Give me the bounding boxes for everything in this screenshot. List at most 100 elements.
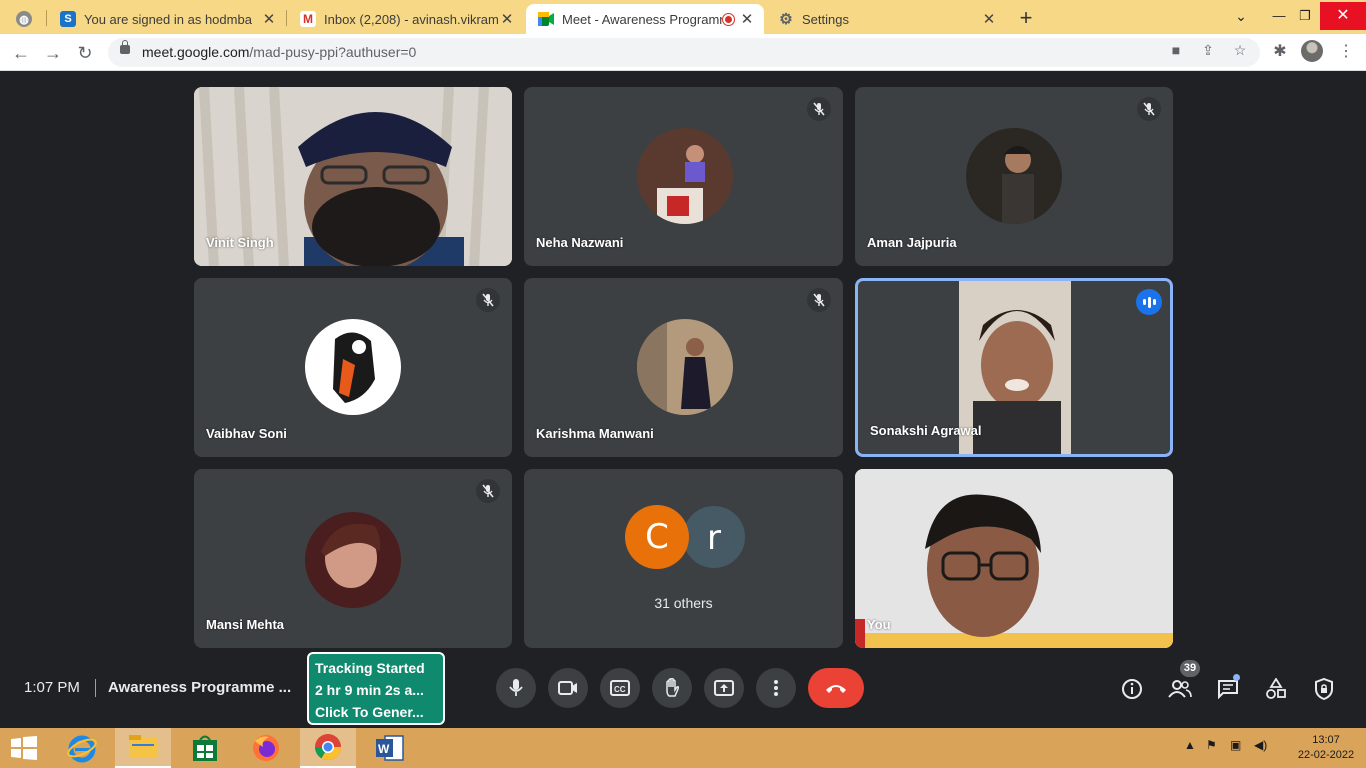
participant-avatar — [966, 128, 1062, 224]
others-tile[interactable]: C r 31 others — [524, 469, 843, 648]
more-options-button[interactable] — [756, 668, 796, 708]
mic-off-icon — [476, 479, 500, 503]
internet-explorer-icon[interactable] — [54, 728, 110, 768]
shield-lock-icon — [1315, 678, 1333, 700]
s-icon: S — [60, 11, 76, 27]
closed-captions-icon: CC — [610, 680, 630, 696]
tab-globe[interactable]: ◍ — [4, 4, 46, 34]
video-camera-icon — [558, 681, 577, 695]
browser-tab-strip: ◍ S You are signed in as hodmba ✕ M Inbo… — [0, 0, 1366, 34]
menu-dots-icon[interactable]: ⋮ — [1334, 41, 1358, 61]
system-clock[interactable]: 13:07 22-02-2022 — [1296, 733, 1356, 763]
participant-avatar — [637, 128, 733, 224]
mic-off-icon — [476, 288, 500, 312]
tab-signed-in[interactable]: S You are signed in as hodmba ✕ — [48, 4, 286, 34]
svg-text:CC: CC — [614, 685, 626, 694]
activities-button[interactable] — [1263, 676, 1289, 702]
mic-off-icon — [807, 288, 831, 312]
meet-icon — [538, 11, 554, 27]
close-icon[interactable]: ✕ — [260, 10, 278, 28]
close-icon[interactable]: ✕ — [738, 10, 756, 28]
participant-count-badge: 39 — [1180, 660, 1200, 677]
meeting-title: Awareness Programme ... — [108, 679, 292, 696]
gear-icon: ⚙ — [779, 11, 793, 28]
tracking-extension-popup[interactable]: Tracking Started 2 hr 9 min 2s a... Clic… — [307, 652, 445, 725]
participants-button[interactable] — [1167, 676, 1193, 702]
share-icon[interactable]: ⇪ — [1198, 42, 1218, 59]
captions-button[interactable]: CC — [600, 668, 640, 708]
participant-avatar — [305, 319, 401, 415]
bookmark-star-icon[interactable]: ☆ — [1230, 42, 1250, 59]
extensions-icon[interactable]: ✱ — [1268, 41, 1292, 61]
url-text: meet.google.com/mad-pusy-ppi?authuser=0 — [142, 44, 417, 60]
tab-meet[interactable]: Meet - Awareness Programm ✕ — [526, 4, 764, 34]
forward-button[interactable]: → — [40, 40, 66, 66]
svg-text:W: W — [378, 742, 390, 756]
participant-tile[interactable]: Mansi Mehta — [194, 469, 512, 648]
address-bar[interactable]: meet.google.com/mad-pusy-ppi?authuser=0 … — [108, 38, 1260, 67]
start-button[interactable] — [0, 728, 48, 768]
lock-icon — [120, 40, 130, 54]
participant-name: You — [867, 617, 891, 632]
participant-name: Mansi Mehta — [206, 617, 285, 632]
others-count: 31 others — [654, 595, 713, 611]
new-tab-button[interactable]: + — [1014, 5, 1038, 31]
profile-avatar[interactable] — [1301, 40, 1323, 62]
raise-hand-button[interactable] — [652, 668, 692, 708]
show-hidden-icons[interactable]: ▲ — [1184, 738, 1196, 752]
recording-icon — [723, 14, 734, 25]
close-window-button[interactable]: ✕ — [1320, 2, 1366, 30]
flag-icon[interactable]: ⚑ — [1206, 738, 1217, 752]
participant-avatar — [637, 319, 733, 415]
store-icon[interactable] — [177, 728, 233, 768]
participant-name: Sonakshi Agrawal — [870, 423, 982, 438]
globe-icon: ◍ — [16, 11, 32, 27]
host-controls-button[interactable] — [1311, 676, 1337, 702]
present-screen-button[interactable] — [704, 668, 744, 708]
tracking-line: Tracking Started — [315, 660, 425, 676]
tab-inbox[interactable]: M Inbox (2,208) - avinash.vikram@n ✕ — [288, 4, 524, 34]
volume-icon[interactable]: ◀) — [1254, 738, 1267, 752]
network-icon[interactable]: ▣ — [1230, 738, 1241, 752]
self-view-tile[interactable]: You — [855, 469, 1173, 648]
participant-tile[interactable]: Vaibhav Soni — [194, 278, 512, 457]
tab-title: Settings — [802, 11, 849, 27]
participant-tile-active-speaker[interactable]: Sonakshi Agrawal — [855, 278, 1173, 457]
back-button[interactable]: ← — [8, 40, 34, 66]
tracking-line: Click To Gener... — [315, 704, 424, 720]
chrome-icon[interactable] — [300, 728, 356, 768]
tracking-line: 2 hr 9 min 2s a... — [315, 682, 424, 698]
unread-dot — [1233, 674, 1240, 681]
leave-call-button[interactable] — [808, 668, 864, 708]
info-icon — [1122, 679, 1142, 699]
file-explorer-icon[interactable] — [115, 728, 171, 768]
participant-name: Aman Jajpuria — [867, 235, 957, 250]
camera-button[interactable] — [548, 668, 588, 708]
clock-time: 13:07 — [1312, 734, 1340, 746]
close-icon[interactable]: ✕ — [498, 10, 516, 28]
participant-tile[interactable]: Karishma Manwani — [524, 278, 843, 457]
participant-tile[interactable]: Vinit Singh — [194, 87, 512, 266]
present-icon — [714, 680, 734, 696]
participant-name: Karishma Manwani — [536, 426, 654, 441]
close-icon[interactable]: ✕ — [980, 10, 998, 28]
microphone-button[interactable] — [496, 668, 536, 708]
mic-off-icon — [1137, 97, 1161, 121]
firefox-icon[interactable] — [238, 728, 294, 768]
reload-button[interactable]: ↻ — [72, 40, 98, 66]
participant-tile[interactable]: Aman Jajpuria — [855, 87, 1173, 266]
windows-logo-icon — [11, 736, 37, 760]
chat-icon — [1218, 680, 1238, 699]
others-avatar: C — [625, 505, 689, 569]
gmail-icon: M — [300, 11, 316, 27]
camera-icon[interactable]: ■ — [1166, 42, 1186, 58]
tab-title: Meet - Awareness Programm — [562, 11, 722, 27]
tab-settings[interactable]: ⚙ Settings ✕ — [766, 4, 1006, 34]
tab-title: Inbox (2,208) - avinash.vikram@n — [324, 11, 500, 27]
participant-name: Neha Nazwani — [536, 235, 624, 250]
participant-tile[interactable]: Neha Nazwani — [524, 87, 843, 266]
meeting-details-button[interactable] — [1119, 676, 1145, 702]
hand-icon — [666, 678, 680, 697]
divider — [95, 679, 96, 697]
word-icon[interactable]: W — [362, 728, 418, 768]
